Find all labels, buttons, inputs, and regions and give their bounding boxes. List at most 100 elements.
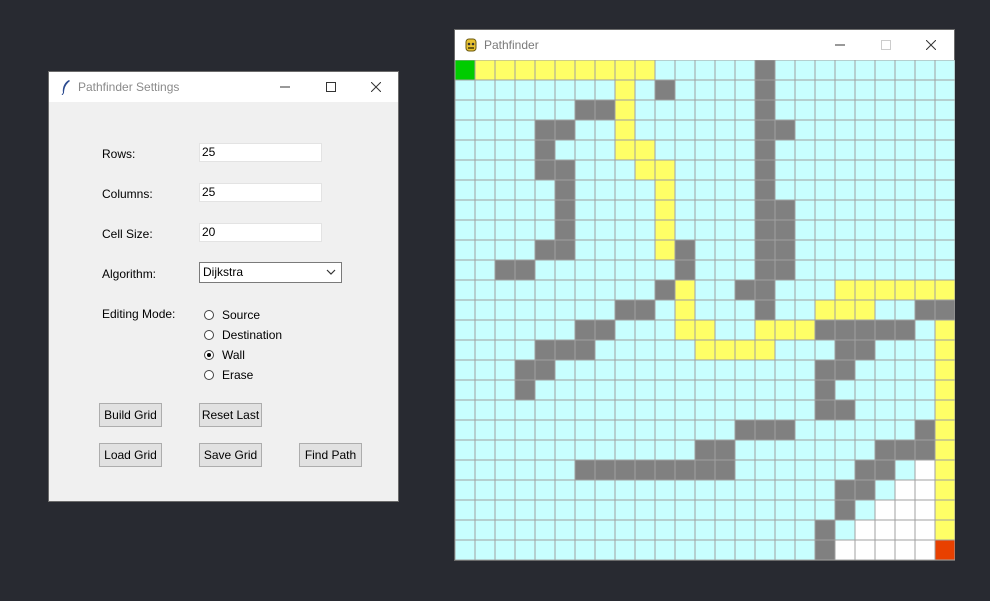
grid-cell-empty[interactable] xyxy=(474,439,496,461)
grid-cell-empty[interactable] xyxy=(914,239,936,261)
grid-cell-empty[interactable] xyxy=(834,59,856,81)
grid-cell-empty[interactable] xyxy=(514,539,536,561)
grid-cell-empty[interactable] xyxy=(534,279,556,301)
grid-cell-empty[interactable] xyxy=(914,79,936,101)
grid-cell-empty[interactable] xyxy=(714,179,736,201)
grid-cell-empty[interactable] xyxy=(794,119,816,141)
grid-cell-empty[interactable] xyxy=(534,519,556,541)
grid-cell-wall[interactable] xyxy=(654,279,676,301)
grid-cell-empty[interactable] xyxy=(914,179,936,201)
grid-cell-empty[interactable] xyxy=(634,519,656,541)
grid-cell-empty[interactable] xyxy=(894,79,916,101)
grid-cell-empty[interactable] xyxy=(794,79,816,101)
grid-cell-wall[interactable] xyxy=(834,319,856,341)
grid-cell-empty[interactable] xyxy=(874,219,896,241)
grid-cell-empty[interactable] xyxy=(594,199,616,221)
grid-cell-empty[interactable] xyxy=(834,79,856,101)
grid-cell-wall[interactable] xyxy=(914,419,936,441)
grid-cell-path[interactable] xyxy=(634,59,656,81)
grid-cell-visited[interactable] xyxy=(914,499,936,521)
grid-cell-empty[interactable] xyxy=(674,479,696,501)
grid-cell-empty[interactable] xyxy=(794,379,816,401)
grid-cell-empty[interactable] xyxy=(894,199,916,221)
grid-cell-path[interactable] xyxy=(854,299,876,321)
grid-cell-empty[interactable] xyxy=(494,479,516,501)
grid-cell-empty[interactable] xyxy=(894,159,916,181)
grid-cell-empty[interactable] xyxy=(934,179,956,201)
grid-cell-empty[interactable] xyxy=(814,219,836,241)
grid-cell-path[interactable] xyxy=(654,239,676,261)
grid-cell-wall[interactable] xyxy=(814,359,836,381)
grid-cell-empty[interactable] xyxy=(854,59,876,81)
grid-cell-empty[interactable] xyxy=(474,499,496,521)
grid-cell-empty[interactable] xyxy=(574,279,596,301)
grid-cell-wall[interactable] xyxy=(874,459,896,481)
grid-cell-empty[interactable] xyxy=(594,439,616,461)
grid-cell-path[interactable] xyxy=(594,59,616,81)
grid-cell-empty[interactable] xyxy=(894,239,916,261)
grid-cell-empty[interactable] xyxy=(474,479,496,501)
grid-cell-empty[interactable] xyxy=(714,359,736,381)
grid-cell-source[interactable] xyxy=(454,59,476,81)
grid-cell-wall[interactable] xyxy=(814,519,836,541)
grid-cell-path[interactable] xyxy=(934,379,956,401)
grid-cell-empty[interactable] xyxy=(794,159,816,181)
grid-cell-empty[interactable] xyxy=(894,299,916,321)
grid-cell-empty[interactable] xyxy=(814,59,836,81)
grid-cell-empty[interactable] xyxy=(454,239,476,261)
grid-cell-path[interactable] xyxy=(774,319,796,341)
grid-cell-wall[interactable] xyxy=(514,359,536,381)
grid-cell-visited[interactable] xyxy=(874,499,896,521)
grid-cell-empty[interactable] xyxy=(734,379,756,401)
grid-cell-empty[interactable] xyxy=(694,179,716,201)
grid-cell-empty[interactable] xyxy=(594,519,616,541)
grid-cell-empty[interactable] xyxy=(834,259,856,281)
grid-cell-empty[interactable] xyxy=(914,399,936,421)
grid-cell-empty[interactable] xyxy=(554,359,576,381)
maximize-button[interactable] xyxy=(863,30,909,60)
grid-cell-empty[interactable] xyxy=(514,139,536,161)
grid-cell-empty[interactable] xyxy=(654,499,676,521)
grid-cell-empty[interactable] xyxy=(574,499,596,521)
grid-cell-empty[interactable] xyxy=(814,199,836,221)
grid-cell-empty[interactable] xyxy=(494,419,516,441)
grid-cell-empty[interactable] xyxy=(474,299,496,321)
grid-cell-empty[interactable] xyxy=(754,499,776,521)
grid-cell-empty[interactable] xyxy=(794,419,816,441)
grid-cell-empty[interactable] xyxy=(794,279,816,301)
grid-cell-empty[interactable] xyxy=(894,359,916,381)
grid-cell-empty[interactable] xyxy=(634,479,656,501)
grid-cell-empty[interactable] xyxy=(714,199,736,221)
grid-cell-empty[interactable] xyxy=(514,179,536,201)
grid-cell-wall[interactable] xyxy=(754,259,776,281)
grid-cell-empty[interactable] xyxy=(794,499,816,521)
grid-cell-empty[interactable] xyxy=(794,539,816,561)
grid-cell-empty[interactable] xyxy=(814,99,836,121)
grid-cell-empty[interactable] xyxy=(554,379,576,401)
grid-cell-wall[interactable] xyxy=(774,199,796,221)
grid-cell-wall[interactable] xyxy=(834,339,856,361)
grid-cell-empty[interactable] xyxy=(514,79,536,101)
save-grid-button[interactable]: Save Grid xyxy=(199,443,262,467)
grid-cell-empty[interactable] xyxy=(694,359,716,381)
grid-cell-empty[interactable] xyxy=(494,179,516,201)
grid-cell-empty[interactable] xyxy=(734,139,756,161)
grid-cell-empty[interactable] xyxy=(554,279,576,301)
grid-cell-empty[interactable] xyxy=(834,459,856,481)
grid-cell-empty[interactable] xyxy=(614,319,636,341)
grid-cell-path[interactable] xyxy=(934,499,956,521)
grid-cell-empty[interactable] xyxy=(594,299,616,321)
grid-cell-empty[interactable] xyxy=(734,119,756,141)
grid-cell-empty[interactable] xyxy=(814,159,836,181)
grid-cell-empty[interactable] xyxy=(614,279,636,301)
close-button[interactable] xyxy=(353,72,399,102)
grid-cell-empty[interactable] xyxy=(694,219,716,241)
grid-cell-wall[interactable] xyxy=(534,359,556,381)
grid-cell-empty[interactable] xyxy=(454,439,476,461)
grid-cell-empty[interactable] xyxy=(794,59,816,81)
grid-cell-empty[interactable] xyxy=(934,139,956,161)
grid-cell-wall[interactable] xyxy=(754,219,776,241)
grid-cell-path[interactable] xyxy=(714,339,736,361)
grid-cell-empty[interactable] xyxy=(894,399,916,421)
grid-cell-empty[interactable] xyxy=(734,519,756,541)
